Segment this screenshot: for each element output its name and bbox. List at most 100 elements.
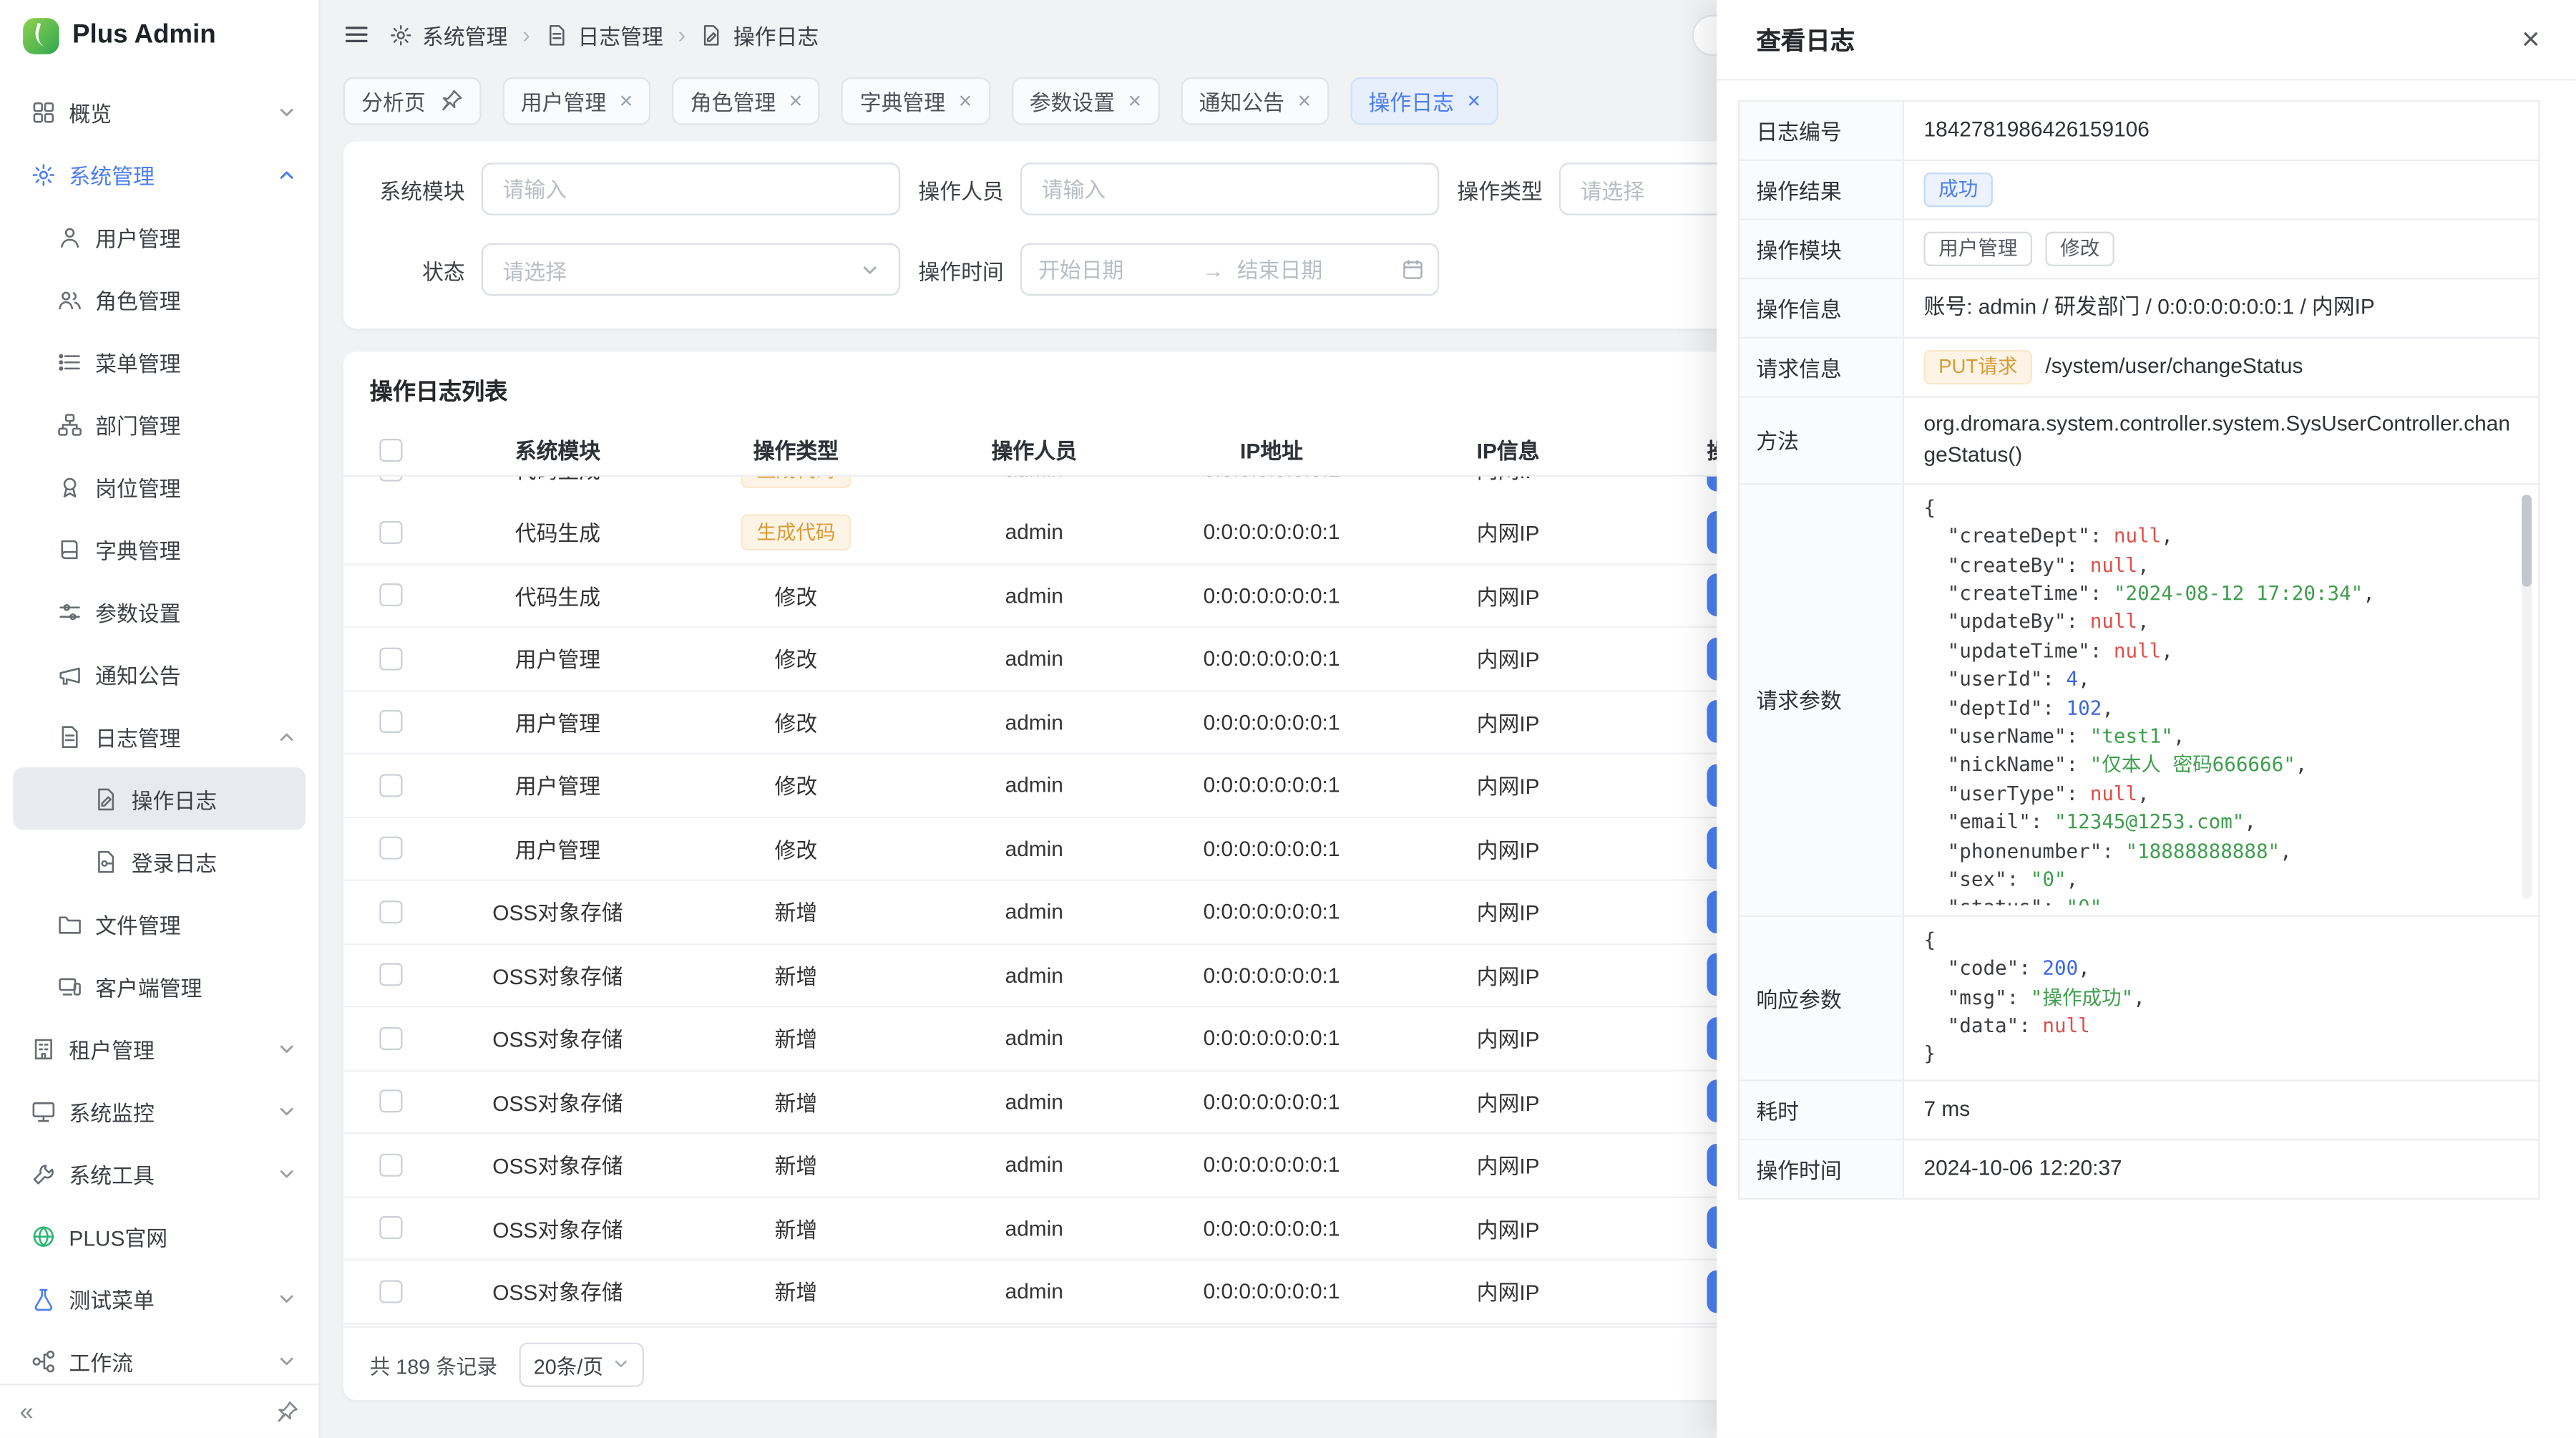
scrollbar-track[interactable] [2522,494,2532,898]
sidebar-item-overview[interactable]: 概览 [0,80,318,142]
row-checkbox[interactable] [379,1090,402,1113]
hamburger-menu-icon[interactable] [343,21,370,48]
sidebar-item-notice[interactable]: 通知公告 [0,643,318,705]
close-tab-icon[interactable]: × [620,89,633,112]
sidebar-item-plus-website[interactable]: PLUS官网 [0,1205,318,1267]
tab-notice[interactable]: 通知公告× [1181,77,1329,125]
sidebar-item-log-management[interactable]: 日志管理 [0,705,318,767]
select-all-checkbox[interactable] [379,438,402,461]
sidebar-item-user-management[interactable]: 用户管理 [0,205,318,268]
cell-module: 用户管理 [439,769,677,801]
close-tab-icon[interactable]: × [1297,89,1311,112]
tab-dict-management[interactable]: 字典管理 × [841,77,990,125]
collapse-sidebar-button[interactable]: « [20,1399,34,1424]
sidebar-item-client-management[interactable]: 客户端管理 [0,955,318,1017]
page-size-select[interactable]: 20条/页 [519,1342,644,1386]
filter-status-select[interactable]: 请选择 [482,243,900,296]
filter-time-group: 操作时间 → [905,243,1439,296]
page-size-value: 20条/页 [534,1349,603,1380]
close-tab-icon[interactable]: × [789,89,803,112]
sidebar-item-param-settings[interactable]: 参数设置 [0,580,318,642]
cell-ip-info: 内网IP [1390,769,1626,801]
pin-sidebar-icon[interactable] [274,1399,298,1424]
code-line: "msg": "操作成功", [1923,983,2518,1012]
row-checkbox[interactable] [379,520,402,543]
sidebar-item-label: 日志管理 [95,721,264,752]
sidebar-item-test-menu[interactable]: 测试菜单 [0,1267,318,1329]
field-response-params: 响应参数{ "code": 200, "msg": "操作成功", "data"… [1740,915,2538,1079]
field-label: 响应参数 [1740,916,1904,1079]
row-checkbox[interactable] [379,837,402,860]
filter-operator-input[interactable] [1020,162,1439,215]
app-logo[interactable]: Plus Admin [0,0,318,72]
filter-time-label: 操作时间 [905,254,1004,286]
sidebar-item-system-tools[interactable]: 系统工具 [0,1142,318,1205]
close-tab-icon[interactable]: × [1128,89,1141,112]
filter-operator-label: 操作人员 [905,173,1004,205]
close-tab-icon[interactable]: × [1467,89,1480,112]
code-line: "deptId": 102, [1923,694,2518,723]
sidebar-item-system-monitor[interactable]: 系统监控 [0,1079,318,1142]
row-checkbox[interactable] [379,774,402,797]
scrollbar-thumb[interactable] [2522,494,2532,586]
cell-module: 代码生成 [439,516,677,548]
tab-label: 字典管理 [860,84,945,116]
filter-status-group: 状态 请选择 [366,243,900,296]
sidebar-item-label: 系统工具 [69,1157,264,1189]
code-line: "createDept": null, [1923,523,2518,551]
request-path: /system/user/changeStatus [2045,352,2303,383]
tab-operation-log[interactable]: 操作日志× [1350,77,1498,125]
row-checkbox[interactable] [379,647,402,670]
json-code: { "code": 200, "msg": "操作成功", "data": nu… [1923,926,2518,1069]
tab-user-management[interactable]: 用户管理× [503,77,651,125]
row-checkbox[interactable] [379,1217,402,1240]
breadcrumb-item-system-management[interactable]: 系统管理 [389,19,507,50]
sidebar-item-menu-management[interactable]: 菜单管理 [0,330,318,392]
sidebar-item-dept-management[interactable]: 部门管理 [0,393,318,455]
filter-time-range[interactable]: → [1020,243,1439,296]
cell-ip-address: 0:0:0:0:0:0:0:1 [1153,899,1390,923]
checkbox-cell [343,1217,439,1240]
sidebar-item-system-management[interactable]: 系统管理 [0,143,318,205]
sidebar-item-workflow[interactable]: 工作流 [0,1329,318,1384]
row-checkbox[interactable] [379,710,402,733]
cell-ip-info: 内网IP [1390,959,1626,991]
sidebar-item-login-log[interactable]: 登录日志 [0,830,318,892]
sidebar-item-operation-log[interactable]: 操作日志 [13,767,306,830]
sidebar-item-role-management[interactable]: 角色管理 [0,268,318,330]
row-checkbox[interactable] [379,1153,402,1176]
sidebar-item-dict-management[interactable]: 字典管理 [0,518,318,580]
row-checkbox[interactable] [379,900,402,923]
row-checkbox[interactable] [379,1280,402,1303]
tab-param-settings[interactable]: 参数设置× [1011,77,1159,125]
building-icon [29,1035,56,1062]
row-checkbox[interactable] [379,1026,402,1049]
cell-operation-type: 修改 [677,832,915,864]
code-line: { [1923,494,2518,523]
cell-operation-type: 新增 [677,1086,915,1117]
sidebar-item-post-management[interactable]: 岗位管理 [0,455,318,518]
close-icon[interactable]: × [2522,24,2540,55]
sidebar-item-file-management[interactable]: 文件管理 [0,893,318,955]
tab-analysis[interactable]: 分析页 [343,77,482,125]
cell-ip-address: 0:0:0:0:0:0:0:1 [1153,1215,1390,1240]
tab-role-management[interactable]: 角色管理× [673,77,821,125]
flask-icon [29,1285,56,1311]
cell-ip-address: 0:0:0:0:0:0:0:1 [1153,1026,1390,1050]
checkbox-cell [343,837,439,860]
breadcrumb-item-log-management[interactable]: 日志管理 [545,19,663,50]
column-header-op: 操作人员 [915,434,1153,465]
filter-module-input[interactable] [482,162,900,215]
sidebar-item-tenant-management[interactable]: 租户管理 [0,1017,318,1079]
row-checkbox[interactable] [379,584,402,607]
end-date-input[interactable] [1237,257,1388,281]
close-tab-icon[interactable]: × [959,89,972,112]
book-icon [56,535,82,562]
row-checkbox[interactable] [379,963,402,986]
chevron-up-icon [278,165,296,183]
app-root: Plus Admin 概览系统管理用户管理角色管理菜单管理部门管理岗位管理字典管… [0,0,2576,1438]
row-checkbox[interactable] [379,477,402,481]
checkbox-cell [343,647,439,670]
start-date-input[interactable] [1038,257,1189,281]
breadcrumb-item-operation-log[interactable]: 操作日志 [701,19,819,50]
